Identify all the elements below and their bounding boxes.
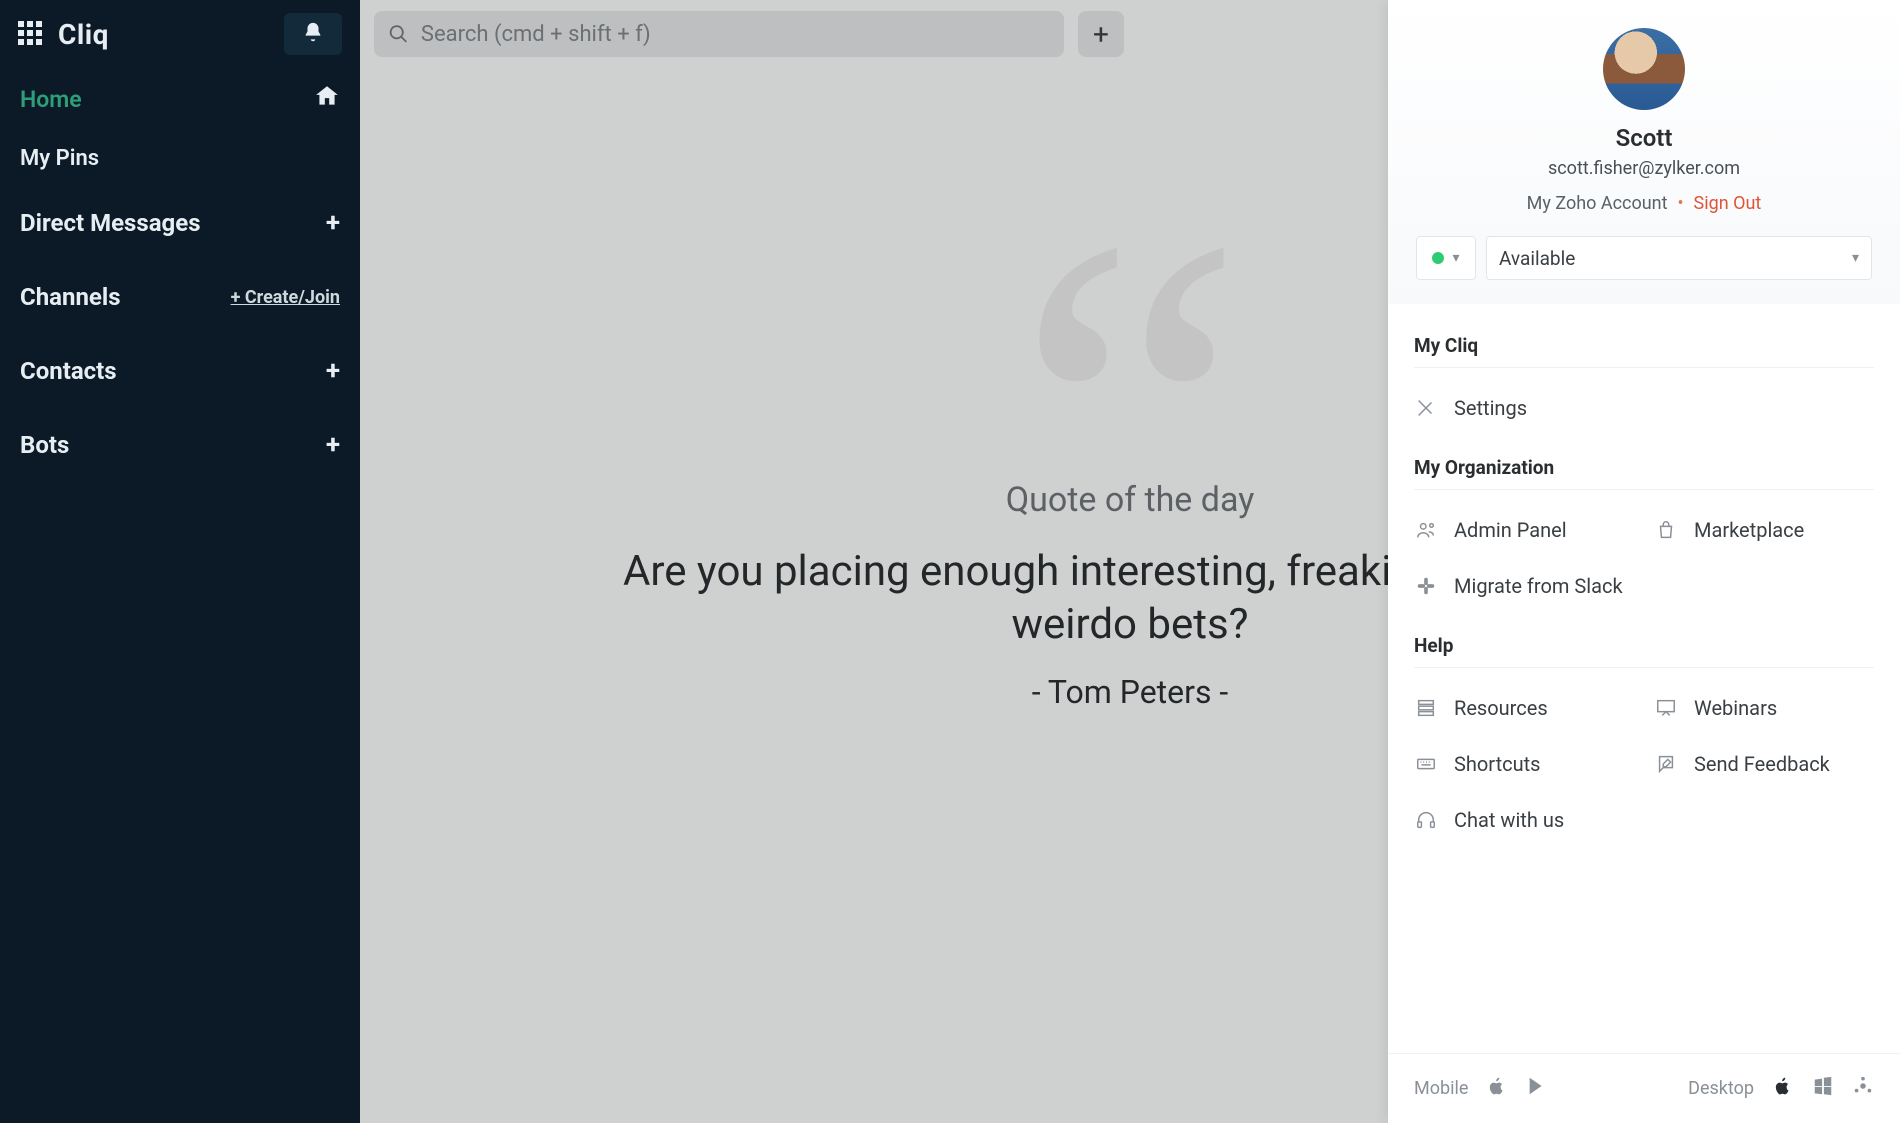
presentation-icon bbox=[1654, 696, 1678, 720]
status-indicator-dropdown[interactable]: ▾ bbox=[1416, 236, 1476, 280]
footer-mobile-label: Mobile bbox=[1414, 1078, 1468, 1099]
menu-label: Marketplace bbox=[1694, 518, 1804, 542]
apps-grid-icon[interactable] bbox=[18, 21, 44, 47]
plus-icon[interactable]: + bbox=[326, 430, 340, 460]
sidebar-item-label: My Pins bbox=[20, 146, 99, 171]
menu-item-resources[interactable]: Resources bbox=[1414, 684, 1634, 732]
ubuntu-icon[interactable] bbox=[1852, 1075, 1874, 1102]
footer-mobile-group: Mobile bbox=[1414, 1075, 1548, 1102]
sidebar-section-label: Bots bbox=[20, 431, 69, 459]
profile-name: Scott bbox=[1616, 124, 1673, 152]
headset-icon bbox=[1414, 808, 1438, 832]
slack-icon bbox=[1414, 574, 1438, 598]
search-field[interactable] bbox=[374, 11, 1064, 57]
footer-desktop-label: Desktop bbox=[1688, 1078, 1754, 1099]
profile-links: My Zoho Account • Sign Out bbox=[1527, 193, 1762, 214]
menu-item-webinars[interactable]: Webinars bbox=[1654, 684, 1874, 732]
sign-out-link[interactable]: Sign Out bbox=[1694, 193, 1762, 214]
menu-item-marketplace[interactable]: Marketplace bbox=[1654, 506, 1874, 554]
resources-icon bbox=[1414, 696, 1438, 720]
new-conversation-button[interactable]: + bbox=[1078, 11, 1124, 57]
panel-footer: Mobile Desktop bbox=[1388, 1053, 1900, 1123]
feedback-icon bbox=[1654, 752, 1678, 776]
sidebar: Cliq Home My Pins Direct Messages + Chan… bbox=[0, 0, 360, 1123]
profile-email: scott.fisher@zylker.com bbox=[1548, 158, 1740, 179]
menu-label: Settings bbox=[1454, 396, 1527, 420]
status-label: Available bbox=[1499, 247, 1575, 270]
section-title-help: Help bbox=[1414, 616, 1874, 668]
bag-icon bbox=[1654, 518, 1678, 542]
menu-item-shortcuts[interactable]: Shortcuts bbox=[1414, 740, 1634, 788]
brand-title: Cliq bbox=[58, 18, 109, 51]
search-icon bbox=[388, 23, 409, 45]
sidebar-section-label: Contacts bbox=[20, 357, 117, 385]
section-title-myorg: My Organization bbox=[1414, 438, 1874, 490]
plus-icon[interactable]: + bbox=[326, 208, 340, 238]
profile-panel: Scott scott.fisher@zylker.com My Zoho Ac… bbox=[1388, 0, 1900, 1123]
avatar[interactable] bbox=[1603, 28, 1685, 110]
footer-desktop-group: Desktop bbox=[1688, 1075, 1874, 1102]
panel-body: My Cliq Settings My Organization Admin P… bbox=[1388, 304, 1900, 1053]
settings-icon bbox=[1414, 396, 1438, 420]
sidebar-top: Cliq bbox=[0, 0, 360, 68]
sidebar-section-channels[interactable]: Channels + Create/Join bbox=[20, 260, 340, 334]
sidebar-item-label: Home bbox=[20, 86, 82, 113]
search-input[interactable] bbox=[421, 22, 1050, 47]
menu-label: Resources bbox=[1454, 696, 1548, 720]
menu-label: Send Feedback bbox=[1694, 752, 1830, 776]
chevron-down-icon: ▾ bbox=[1852, 250, 1859, 266]
menu-label: Chat with us bbox=[1454, 808, 1564, 832]
status-row: ▾ Available ▾ bbox=[1414, 236, 1874, 280]
windows-icon[interactable] bbox=[1812, 1075, 1834, 1102]
decorative-quote-mark: “ bbox=[1015, 368, 1246, 472]
apple-icon[interactable] bbox=[1486, 1075, 1508, 1102]
keyboard-icon bbox=[1414, 752, 1438, 776]
notifications-button[interactable] bbox=[284, 13, 342, 55]
sidebar-section-bots[interactable]: Bots + bbox=[20, 408, 340, 482]
menu-item-send-feedback[interactable]: Send Feedback bbox=[1654, 740, 1874, 788]
channels-create-join-link[interactable]: + Create/Join bbox=[231, 287, 340, 308]
sidebar-section-contacts[interactable]: Contacts + bbox=[20, 334, 340, 408]
sidebar-section-direct-messages[interactable]: Direct Messages + bbox=[20, 186, 340, 260]
admin-icon bbox=[1414, 518, 1438, 542]
menu-item-chat-with-us[interactable]: Chat with us bbox=[1414, 796, 1634, 844]
my-account-link[interactable]: My Zoho Account bbox=[1527, 193, 1668, 214]
menu-label: Admin Panel bbox=[1454, 518, 1567, 542]
menu-label: Webinars bbox=[1694, 696, 1777, 720]
menu-item-settings[interactable]: Settings bbox=[1414, 384, 1874, 432]
bell-icon bbox=[302, 21, 324, 47]
sidebar-section-label: Channels bbox=[20, 283, 121, 311]
chevron-down-icon: ▾ bbox=[1452, 250, 1459, 266]
main-area: + “ Quote of the day Are you placing eno… bbox=[360, 0, 1900, 1123]
menu-label: Migrate from Slack bbox=[1454, 574, 1623, 598]
sidebar-item-home[interactable]: Home bbox=[20, 68, 340, 130]
menu-label: Shortcuts bbox=[1454, 752, 1540, 776]
apple-icon[interactable] bbox=[1772, 1075, 1794, 1102]
menu-item-admin-panel[interactable]: Admin Panel bbox=[1414, 506, 1634, 554]
sidebar-item-mypins[interactable]: My Pins bbox=[20, 130, 340, 186]
plus-icon[interactable]: + bbox=[326, 356, 340, 386]
sidebar-section-label: Direct Messages bbox=[20, 209, 201, 237]
status-dot-icon bbox=[1432, 252, 1444, 264]
menu-item-migrate-slack[interactable]: Migrate from Slack bbox=[1414, 562, 1634, 610]
status-select[interactable]: Available ▾ bbox=[1486, 236, 1872, 280]
profile-header: Scott scott.fisher@zylker.com My Zoho Ac… bbox=[1388, 0, 1900, 304]
separator-dot: • bbox=[1677, 193, 1683, 214]
home-icon bbox=[314, 83, 340, 115]
playstore-icon[interactable] bbox=[1526, 1075, 1548, 1102]
section-title-mycliq: My Cliq bbox=[1414, 324, 1874, 368]
